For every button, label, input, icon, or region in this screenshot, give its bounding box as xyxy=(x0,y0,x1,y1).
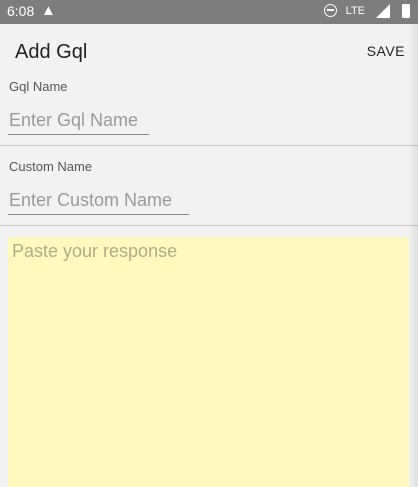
gql-name-input[interactable] xyxy=(8,106,149,135)
network-type: LTE xyxy=(345,5,365,17)
battery-icon xyxy=(402,4,410,18)
response-textarea[interactable] xyxy=(8,237,409,487)
edge-shadow xyxy=(408,24,418,487)
custom-name-label: Custom Name xyxy=(9,159,93,174)
divider xyxy=(0,145,418,146)
signal-icon xyxy=(376,4,390,18)
status-bar: 6:08 ▲ LTE xyxy=(0,0,418,24)
gql-name-label: Gql Name xyxy=(9,79,68,94)
status-time: 6:08 xyxy=(7,3,35,19)
status-icons: LTE xyxy=(310,4,410,20)
do-not-disturb-icon xyxy=(324,4,337,17)
warning-icon: ▲ xyxy=(41,2,56,19)
save-button[interactable]: SAVE xyxy=(367,43,405,59)
divider xyxy=(0,225,418,226)
custom-name-input[interactable] xyxy=(8,186,189,215)
page-title: Add Gql xyxy=(15,41,88,63)
app-bar: Add Gql SAVE xyxy=(0,24,418,76)
